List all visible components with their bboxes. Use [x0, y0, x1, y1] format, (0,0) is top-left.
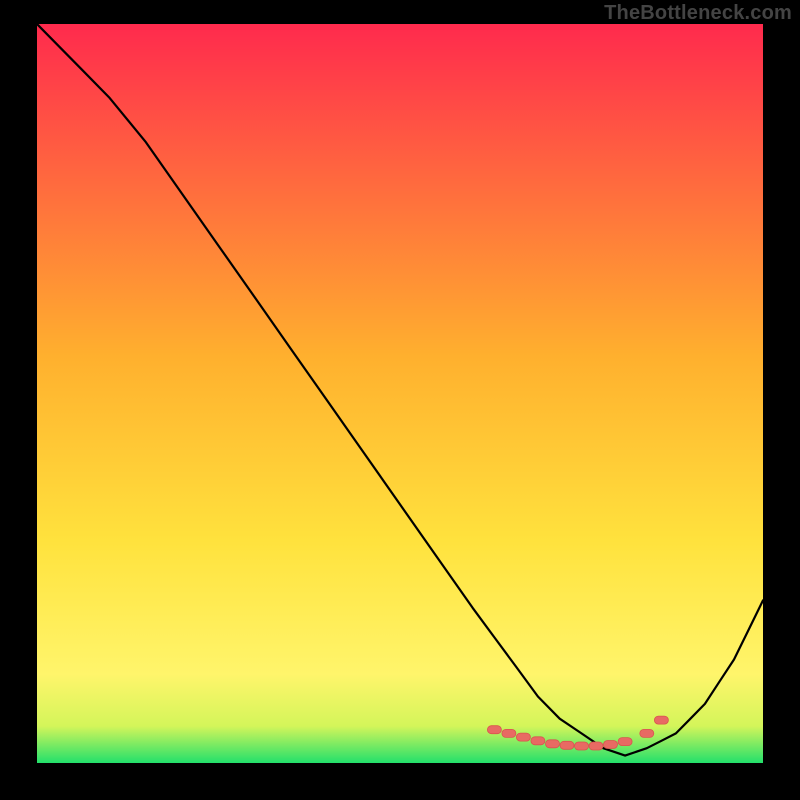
marker-dot	[575, 742, 589, 750]
marker-dot	[487, 726, 501, 734]
plot-svg	[37, 24, 763, 763]
marker-dot	[560, 741, 574, 749]
watermark-text: TheBottleneck.com	[604, 2, 792, 25]
marker-dot	[589, 742, 603, 750]
marker-dot	[654, 716, 668, 724]
marker-dot	[640, 729, 654, 737]
marker-dot	[618, 738, 632, 746]
marker-dot	[604, 741, 618, 749]
chart-frame: TheBottleneck.com	[0, 0, 800, 800]
marker-dot	[502, 729, 516, 737]
marker-dot	[516, 733, 530, 741]
marker-dot	[531, 737, 545, 745]
marker-dot	[546, 740, 560, 748]
plot-area	[37, 24, 763, 763]
gradient-background	[37, 24, 763, 763]
